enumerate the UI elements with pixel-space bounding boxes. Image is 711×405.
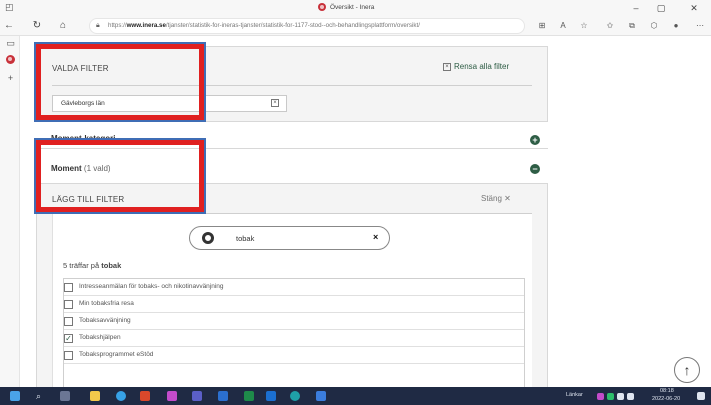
minimize-button[interactable]: – — [626, 0, 646, 16]
page-content: VALDA FILTER × Rensa alla filter Gävlebo… — [20, 36, 711, 387]
windows-taskbar: ⌕ Länkar 08:18 2022-06-20 — [0, 387, 711, 405]
teams-icon[interactable] — [192, 391, 202, 401]
list-item[interactable]: ✓ Tobakshjälpen — [64, 330, 524, 347]
window-title: Översikt - Inera — [318, 3, 374, 11]
favorite-star-icon[interactable]: ☆ — [578, 20, 590, 32]
search-taskbar-icon[interactable]: ⌕ — [36, 391, 46, 401]
links-label[interactable]: Länkar — [566, 392, 583, 398]
inera-tab-icon[interactable] — [5, 55, 16, 66]
skype-icon[interactable] — [116, 391, 126, 401]
extensions-icon[interactable]: ⬡ — [648, 20, 660, 32]
search-input-value[interactable]: tobak — [236, 234, 254, 243]
address-bar[interactable]: 🔒︎ https://www.inera.se/tjanster/statist… — [89, 18, 525, 34]
vertical-tab-strip: ▭ + — [0, 36, 20, 387]
list-item[interactable]: Intresseanmälan för tobaks- och nikotina… — [64, 279, 524, 296]
lock-icon: 🔒︎ — [96, 22, 100, 29]
favorites-icon[interactable]: ✩ — [604, 20, 616, 32]
results-summary: 5 träffar på tobak — [63, 261, 122, 270]
option-label: Tobaksavvänjning — [79, 317, 131, 324]
scroll-to-top-button[interactable]: ↑ — [674, 357, 700, 383]
option-label: Tobakshjälpen — [79, 334, 121, 341]
close-window-button[interactable]: ✕ — [684, 0, 704, 16]
tray-icon[interactable] — [607, 393, 614, 400]
list-item[interactable]: Tobaksavvänjning — [64, 313, 524, 330]
workspaces-icon[interactable]: ◰ — [5, 2, 15, 12]
clear-search-icon[interactable]: × — [373, 232, 378, 242]
excel-icon[interactable] — [244, 391, 254, 401]
highlight-frame-selected-filters — [34, 42, 206, 122]
maximize-button[interactable]: ▢ — [651, 0, 671, 16]
list-item[interactable]: Tobaksprogrammet eStöd — [64, 347, 524, 364]
checkbox-checked[interactable]: ✓ — [64, 334, 73, 343]
new-tab-icon[interactable]: + — [5, 73, 16, 84]
back-icon[interactable]: ← — [2, 19, 16, 33]
more-menu-icon[interactable]: ⋯ — [694, 20, 706, 32]
word-icon[interactable] — [218, 391, 228, 401]
filter-search-input[interactable]: tobak × — [189, 226, 390, 250]
option-label: Intresseanmälan för tobaks- och nikotina… — [79, 283, 224, 290]
address-row: ← ↻ ⌂ 🔒︎ https://www.inera.se/tjanster/s… — [0, 16, 711, 36]
edge-icon[interactable] — [290, 391, 300, 401]
wifi-icon[interactable] — [617, 393, 624, 400]
checkbox[interactable] — [64, 283, 73, 292]
refresh-icon[interactable]: ↻ — [30, 19, 44, 33]
checkbox[interactable] — [64, 317, 73, 326]
checkbox[interactable] — [64, 300, 73, 309]
start-icon[interactable] — [10, 391, 20, 401]
expand-plus-icon[interactable]: + — [530, 135, 540, 145]
tab-title: Översikt - Inera — [330, 3, 375, 11]
tab-actions-icon[interactable]: ▭ — [5, 38, 16, 49]
read-aloud-icon[interactable]: A — [557, 20, 569, 32]
option-label: Tobaksprogrammet eStöd — [79, 351, 154, 358]
list-item[interactable]: Min tobaksfria resa — [64, 296, 524, 313]
clock-date[interactable]: 2022-06-20 — [652, 396, 680, 402]
profile-avatar-icon[interactable]: ● — [670, 20, 682, 32]
inera-favicon-icon — [318, 3, 326, 11]
volume-icon[interactable] — [627, 393, 634, 400]
home-icon[interactable]: ⌂ — [56, 19, 70, 33]
tray-icon[interactable] — [597, 393, 604, 400]
search-icon — [202, 232, 214, 244]
app-available-icon[interactable]: ⊞ — [536, 20, 548, 32]
outlook-icon[interactable] — [266, 391, 276, 401]
notifications-icon[interactable] — [697, 392, 705, 400]
option-label: Min tobaksfria resa — [79, 300, 134, 307]
browser-title-bar: ◰ Översikt - Inera – ▢ ✕ — [0, 0, 711, 16]
clear-all-icon: × — [443, 62, 451, 71]
powerpoint-icon[interactable] — [140, 391, 150, 401]
checkbox[interactable] — [64, 351, 73, 360]
remove-filter-icon[interactable]: × — [271, 99, 279, 107]
highlight-frame-moment — [34, 138, 206, 214]
close-filter-panel-button[interactable]: Stäng ✕ — [481, 194, 511, 203]
app-icon[interactable] — [167, 391, 177, 401]
collapse-minus-icon[interactable]: − — [530, 164, 540, 174]
clear-all-filters-link[interactable]: × Rensa alla filter — [443, 62, 509, 71]
url-text[interactable]: https://www.inera.se/tjanster/statistik-… — [108, 22, 420, 29]
clock-time[interactable]: 08:18 — [660, 388, 674, 394]
task-view-icon[interactable] — [60, 391, 70, 401]
file-explorer-icon[interactable] — [90, 391, 100, 401]
collections-icon[interactable]: ⧉ — [626, 20, 638, 32]
mail-icon[interactable] — [316, 391, 326, 401]
